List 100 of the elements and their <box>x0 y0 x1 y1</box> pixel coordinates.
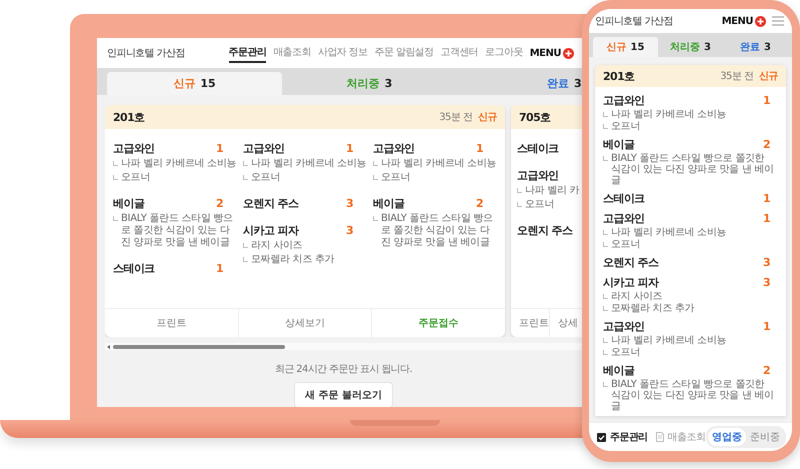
plus-icon <box>563 48 574 58</box>
corner-icon <box>603 124 608 129</box>
nav-link[interactable]: 매출조회 <box>656 430 706 444</box>
item-name: 베이글 <box>603 363 634 378</box>
item-quantity: 1 <box>762 320 770 333</box>
horizontal-scrollbar[interactable] <box>105 343 582 350</box>
item-quantity: 2 <box>476 197 483 210</box>
checkbox-icon <box>597 432 606 442</box>
nav-link[interactable]: 주문관리 <box>597 430 648 444</box>
corner-icon <box>603 382 608 387</box>
option-text: 나파 벨리 카베르네 소비뇽 <box>251 158 366 170</box>
item-name: 고급와인 <box>517 168 559 183</box>
order-time: 35분 전 <box>720 70 754 83</box>
option-text: 오프너 <box>121 172 150 184</box>
option-text: 오프너 <box>381 172 410 184</box>
corner-icon <box>113 161 118 166</box>
status-tab[interactable]: 신규 15 <box>107 72 282 95</box>
item-name: 스테이크 <box>603 191 645 206</box>
toggle-option[interactable]: 영업중 <box>708 428 746 446</box>
item-quantity: 3 <box>762 276 770 289</box>
item-quantity: 1 <box>346 142 353 155</box>
option-text: BIALY 폴란드 스타일 빵으로 쫄깃한 식감이 있는 다진 양파로 맛을 낸 베이글 <box>611 153 775 186</box>
item-quantity: 1 <box>216 262 223 275</box>
toggle-option[interactable]: 준비중 <box>746 428 784 446</box>
item-quantity: 1 <box>762 94 770 107</box>
corner-icon <box>243 243 248 248</box>
option-text: 라지 사이즈 <box>611 291 662 302</box>
corner-icon <box>603 156 608 161</box>
store-name: 인피니호텔 가산점 <box>595 15 673 28</box>
room-number: 201호 <box>113 110 145 124</box>
room-number: 201호 <box>603 68 635 84</box>
item-name: 고급와인 <box>603 319 645 334</box>
nav-link[interactable]: 고객센터 <box>440 43 478 63</box>
item-quantity: 1 <box>216 142 223 155</box>
corner-icon <box>243 161 248 166</box>
plus-icon <box>755 16 766 26</box>
option-text: 모짜렐라 치즈 추가 <box>251 254 334 266</box>
item-name: 시카고 피자 <box>603 275 658 290</box>
document-icon <box>656 432 664 442</box>
item-quantity: 1 <box>476 142 483 155</box>
option-text: 오프너 <box>611 239 640 250</box>
item-name: 베이글 <box>113 196 144 211</box>
option-text: 오프너 <box>251 172 280 184</box>
item-quantity: 2 <box>216 197 223 210</box>
corner-icon <box>603 350 608 355</box>
card-action-button[interactable]: 프린트 <box>105 309 238 337</box>
corner-icon <box>517 188 522 193</box>
status-tab[interactable]: 처리중 3 <box>282 72 457 95</box>
corner-icon <box>603 294 608 299</box>
reload-button[interactable]: 새 주문 불러오기 <box>294 382 393 407</box>
card-action-button[interactable]: 프린트 <box>511 309 549 337</box>
corner-icon <box>113 216 118 221</box>
corner-icon <box>243 257 248 262</box>
item-name: 베이글 <box>373 196 404 211</box>
option-text: BIALY 폴란드 스타일 빵으로 쫄깃한 식감이 있는 다진 양파로 맛을 낸 베이글 <box>611 379 775 412</box>
option-text: 나파 벨리 카베르네 소비뇽 <box>611 227 726 238</box>
order-status: 신규 <box>478 111 497 124</box>
card-action-button[interactable]: 상세보기 <box>238 309 372 337</box>
item-name: 고급와인 <box>373 141 415 156</box>
nav-link[interactable]: 로그아웃 <box>485 43 523 63</box>
accept-order-button[interactable]: 주문접수 <box>371 309 505 337</box>
menu-button[interactable]: MENU <box>722 16 766 26</box>
status-tab[interactable]: 완료 3 <box>457 72 582 95</box>
option-text: 나파 벨리 카베르네 소비뇽 <box>381 158 496 170</box>
item-name: 오렌지 주스 <box>243 196 298 211</box>
item-name: 고급와인 <box>603 93 645 108</box>
item-name: 스테이크 <box>517 141 559 156</box>
nav-link[interactable]: 매출조회 <box>273 43 311 63</box>
status-tab[interactable]: 처리중 3 <box>658 37 723 57</box>
item-name: 고급와인 <box>603 211 645 226</box>
corner-icon <box>243 175 248 180</box>
order-time: 35분 전 <box>439 111 472 124</box>
option-text: 나파 벨리 카베르네 소비뇽 <box>611 335 726 346</box>
nav-link[interactable]: 주문관리 <box>228 43 266 63</box>
item-quantity: 3 <box>346 197 353 210</box>
item-name: 고급와인 <box>243 141 285 156</box>
option-text: 나파 벨리 카베르네 소비뇽 <box>611 109 726 120</box>
option-text: 오프너 <box>611 347 640 358</box>
corner-icon <box>603 306 608 311</box>
order-status: 신규 <box>759 70 778 83</box>
option-text: 오프너 <box>611 121 640 132</box>
corner-icon <box>603 338 608 343</box>
item-name: 스테이크 <box>113 261 155 276</box>
item-name: 시카고 피자 <box>243 223 298 238</box>
item-name: 고급와인 <box>113 141 155 156</box>
option-text: BIALY 폴란드 스타일 빵으로 쫄깃한 식감이 있는 다진 양파로 맛을 낸 베이글 <box>381 213 494 249</box>
nav-link[interactable]: 주문 알림설정 <box>374 43 434 63</box>
room-number: 705호 <box>519 110 551 124</box>
menu-button[interactable]: MENU <box>530 48 574 58</box>
nav-link[interactable]: 사업자 정보 <box>318 43 368 63</box>
item-quantity: 1 <box>762 212 770 225</box>
status-tab[interactable]: 완료 3 <box>723 37 788 57</box>
status-tab[interactable]: 신규 15 <box>593 37 658 57</box>
corner-icon <box>603 230 608 235</box>
item-name: 오렌지 주스 <box>517 223 572 238</box>
corner-icon <box>603 242 608 247</box>
item-name: 오렌지 주스 <box>603 255 658 270</box>
store-name: 인피니호텔 가산점 <box>107 47 185 60</box>
corner-icon <box>373 216 378 221</box>
option-text: 오프너 <box>525 199 554 211</box>
